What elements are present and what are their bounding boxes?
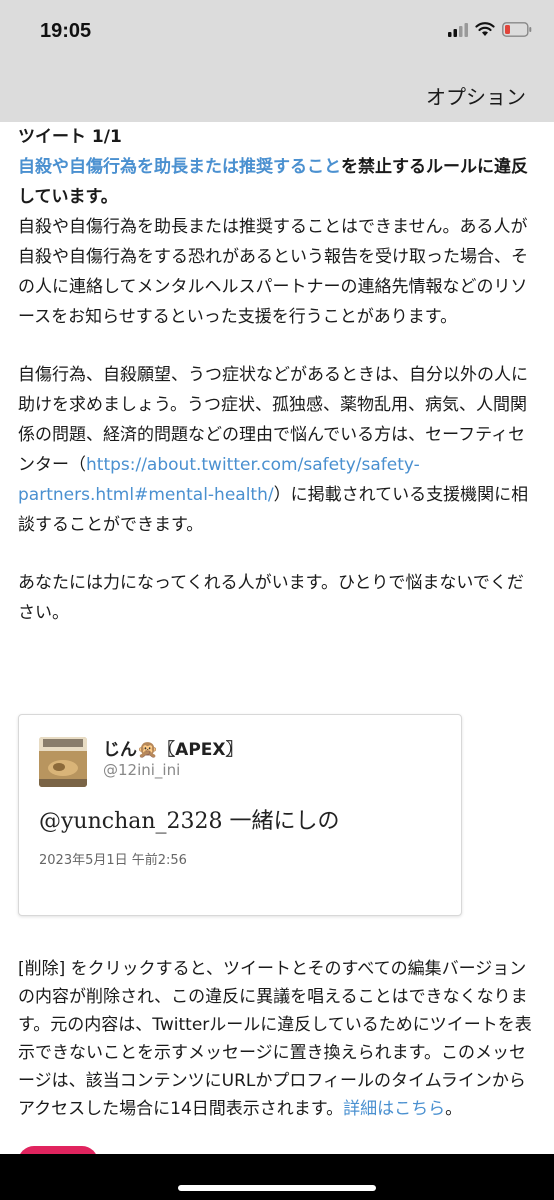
tweet-text: @yunchan_2328 一緒にしの bbox=[39, 809, 340, 834]
status-bar: 19:05 bbox=[0, 0, 554, 68]
home-bar bbox=[0, 1154, 554, 1200]
tweet-timestamp: 2023年5月1日 午前2:56 bbox=[39, 853, 187, 868]
violation-notice: ツイート 1/1 自殺や自傷行為を助長または推奨することを禁止するルールに違反し… bbox=[18, 122, 536, 628]
top-header: オプション bbox=[0, 68, 554, 122]
tweet-author-name: じん🙊〖APEX〗 bbox=[103, 740, 243, 760]
battery-low-icon bbox=[502, 22, 532, 41]
help-paragraph: 自傷行為、自殺願望、うつ症状などがあるときは、自分以外の人に助けを求めましょう。… bbox=[18, 360, 536, 540]
rule-link[interactable]: 自殺や自傷行為を助長または推奨すること bbox=[18, 157, 341, 177]
support-paragraph: あなたには力になってくれる人がいます。ひとりで悩まないでください。 bbox=[18, 573, 524, 623]
learn-more-suffix: 。 bbox=[445, 1099, 463, 1119]
avatar bbox=[39, 737, 87, 787]
violation-statement: 自殺や自傷行為を助長または推奨することを禁止するルールに違反しています。 bbox=[18, 152, 536, 212]
delete-explanation-text: [削除] をクリックすると、ツイートとそのすべての編集バージョンの内容が削除され… bbox=[18, 959, 532, 1119]
learn-more-link[interactable]: 詳細はこちら bbox=[343, 1099, 445, 1119]
options-button[interactable]: オプション bbox=[426, 81, 526, 110]
policy-paragraph: 自殺や自傷行為を助長または推奨することはできません。ある人が自殺や自傷行為をする… bbox=[18, 217, 528, 327]
status-time: 19:05 bbox=[40, 20, 92, 42]
status-icons bbox=[448, 22, 532, 41]
delete-explanation: [削除] をクリックすると、ツイートとそのすべての編集バージョンの内容が削除され… bbox=[18, 955, 538, 1123]
wifi-icon bbox=[475, 22, 495, 41]
tweet-card[interactable]: じん🙊〖APEX〗 @12ini_ini @yunchan_2328 一緒にしの… bbox=[18, 714, 462, 916]
home-indicator[interactable] bbox=[178, 1185, 376, 1191]
tweet-count-heading: ツイート 1/1 bbox=[18, 127, 122, 147]
cellular-signal-icon bbox=[448, 22, 468, 41]
tweet-author-handle: @12ini_ini bbox=[103, 761, 181, 779]
